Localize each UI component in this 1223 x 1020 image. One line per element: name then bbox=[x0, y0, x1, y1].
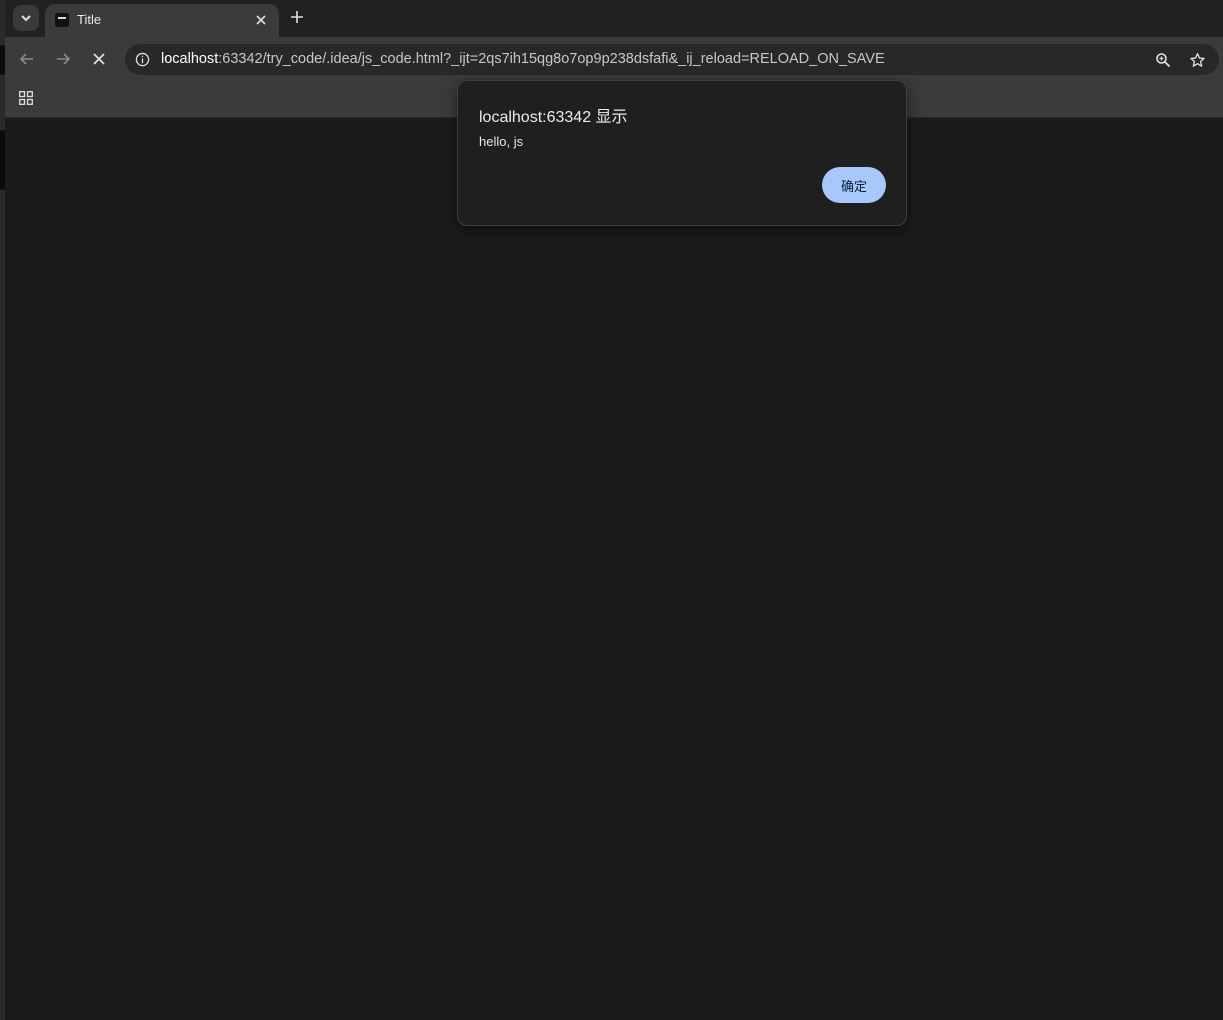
arrow-left-icon bbox=[19, 53, 33, 65]
info-icon bbox=[135, 52, 150, 67]
zoom-button[interactable] bbox=[1153, 50, 1173, 70]
new-tab-button[interactable] bbox=[285, 5, 309, 29]
star-icon bbox=[1189, 52, 1205, 67]
stop-loading-button[interactable] bbox=[87, 47, 111, 71]
site-info-button[interactable] bbox=[134, 51, 151, 68]
tab-search-button[interactable] bbox=[13, 5, 39, 31]
tab-active[interactable]: Title bbox=[45, 4, 279, 37]
close-icon bbox=[93, 53, 105, 65]
back-button[interactable] bbox=[15, 47, 39, 71]
dialog-title: localhost:63342 显示 bbox=[479, 109, 628, 126]
tab-close-button[interactable] bbox=[251, 10, 271, 30]
forward-button[interactable] bbox=[51, 47, 75, 71]
zoom-icon bbox=[1156, 53, 1171, 68]
arrow-right-icon bbox=[57, 53, 71, 65]
browser-window: Title localhost:63342/try_code/.idea/js_… bbox=[5, 0, 1223, 1020]
url-path: :63342/try_code/.idea/js_code.html?_ijt=… bbox=[218, 51, 885, 67]
chevron-down-icon bbox=[21, 15, 31, 22]
apps-button[interactable] bbox=[17, 89, 35, 107]
toolbar: localhost:63342/try_code/.idea/js_code.h… bbox=[5, 37, 1223, 81]
webstorm-favicon-icon bbox=[55, 13, 69, 27]
url-host: localhost bbox=[161, 51, 219, 67]
close-icon bbox=[256, 15, 266, 25]
page-content bbox=[5, 118, 1223, 1020]
address-bar[interactable]: localhost:63342/try_code/.idea/js_code.h… bbox=[125, 44, 1219, 75]
plus-icon bbox=[291, 11, 303, 23]
dialog-message: hello, js bbox=[479, 134, 524, 149]
tab-title: Title bbox=[77, 12, 102, 27]
bookmark-star-button[interactable] bbox=[1187, 50, 1207, 70]
ok-button[interactable]: 确定 bbox=[822, 167, 886, 203]
url-text[interactable]: localhost:63342/try_code/.idea/js_code.h… bbox=[161, 51, 885, 67]
apps-grid-icon bbox=[19, 91, 33, 105]
tab-strip: Title bbox=[5, 0, 1223, 37]
alert-dialog: localhost:63342 显示 hello, js 确定 bbox=[457, 80, 907, 226]
